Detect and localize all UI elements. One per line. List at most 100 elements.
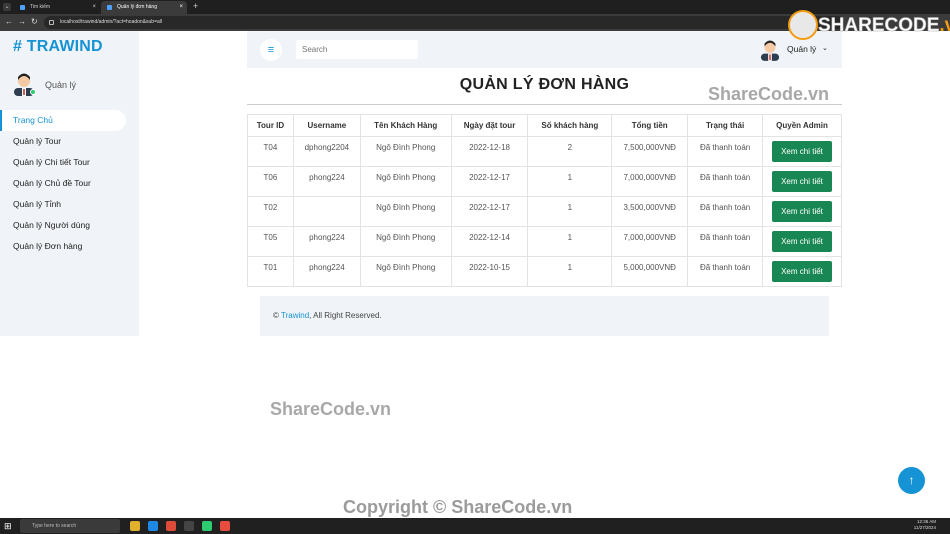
browser-tab-orders[interactable]: Quản lý đơn hàng × — [101, 1, 187, 14]
column-header: Số khách hàng — [527, 114, 613, 137]
windows-start-icon[interactable]: ⊞ — [4, 521, 14, 531]
cell-action: Xem chi tiết — [762, 136, 842, 167]
view-details-button[interactable]: Xem chi tiết — [772, 201, 832, 222]
clock-date: 11/27/2024 — [913, 525, 936, 530]
cell-tour-id: T06 — [247, 166, 294, 197]
cell-customer: Ngô Đình Phong — [359, 136, 452, 167]
user-avatar[interactable] — [760, 39, 780, 61]
scroll-to-top-button[interactable]: ↑ — [898, 467, 925, 494]
reload-icon[interactable]: ↻ — [31, 17, 38, 26]
column-header: Quyền Admin — [762, 114, 842, 137]
forward-arrow-icon[interactable]: → — [18, 17, 26, 26]
tab-title: Quản lý đơn hàng — [117, 4, 157, 10]
table-row: T04 dphong2204 Ngô Đình Phong 2022-12-18… — [247, 136, 842, 167]
column-header: Tour ID — [247, 114, 294, 137]
profile-name: Quản lý — [45, 80, 77, 90]
menu-toggle-icon[interactable]: ≡ — [260, 39, 282, 61]
app-icon[interactable] — [220, 521, 230, 531]
cell-tour-id: T02 — [247, 196, 294, 227]
cell-total: 7,000,000VNĐ — [611, 226, 689, 257]
watermark: Copyright © ShareCode.vn — [343, 497, 573, 517]
cell-total: 5,000,000VNĐ — [611, 256, 689, 287]
cell-status: Đã thanh toán — [687, 226, 763, 257]
cell-username: phong224 — [292, 226, 361, 257]
cell-username: phong224 — [292, 166, 361, 197]
sidebar-gap — [139, 31, 247, 336]
column-header: Tên Khách Hàng — [359, 114, 452, 137]
cell-username — [292, 196, 361, 227]
cell-guests: 1 — [527, 256, 613, 287]
sidebar-item-provinces[interactable]: Quản lý Tỉnh — [0, 194, 126, 215]
url-text: localhost/trawind/admin/?act=hoadon&sub=… — [60, 19, 163, 25]
cell-customer: Ngô Đình Phong — [359, 196, 452, 227]
sidebar-item-home[interactable]: Trang Chủ — [0, 110, 126, 131]
tab-favicon-icon — [20, 5, 25, 10]
cell-status: Đã thanh toán — [687, 256, 763, 287]
sidebar: # TRAWIND Quản lý Trang Chủ Quản lý Tour… — [0, 31, 139, 336]
tab-favicon-icon — [107, 5, 112, 10]
chevron-down-icon[interactable]: ⌄ — [822, 44, 828, 52]
tab-search-menu-icon[interactable]: ⌄ — [3, 3, 11, 11]
browser-tab-search[interactable]: Tim kiếm × — [14, 1, 100, 14]
view-details-button[interactable]: Xem chi tiết — [772, 141, 832, 162]
logo-text-main: SHARECODE — [818, 15, 940, 37]
sidebar-item-orders[interactable]: Quản lý Đơn hàng — [0, 236, 126, 257]
taskbar: ⊞ Type here to search 12:36 AM 11/27/202… — [0, 518, 950, 534]
close-icon[interactable]: × — [92, 1, 96, 14]
topbar: ≡ Quản lý ⌄ — [247, 31, 842, 68]
online-status-dot — [30, 89, 36, 95]
cell-tour-id: T01 — [247, 256, 294, 287]
new-tab-button[interactable]: + — [193, 1, 198, 11]
cell-action: Xem chi tiết — [762, 226, 842, 257]
footer-text: , All Right Reserved. — [309, 311, 382, 320]
view-details-button[interactable]: Xem chi tiết — [772, 231, 832, 252]
cell-total: 7,000,000VNĐ — [611, 166, 689, 197]
cell-date: 2022-10-15 — [450, 256, 529, 287]
cell-date: 2022-12-17 — [450, 196, 529, 227]
column-header: Ngày đặt tour — [450, 114, 529, 137]
sidebar-item-tour-details[interactable]: Quản lý Chi tiết Tour — [0, 152, 126, 173]
view-details-button[interactable]: Xem chi tiết — [772, 261, 832, 282]
view-details-button[interactable]: Xem chi tiết — [772, 171, 832, 192]
sidebar-item-users[interactable]: Quản lý Người dùng — [0, 215, 126, 236]
sharecode-logo: SHARECODE.vn — [788, 8, 950, 44]
back-arrow-icon[interactable]: ← — [5, 17, 13, 26]
logo-text: SHARECODE.vn — [818, 15, 950, 37]
cell-guests: 1 — [527, 196, 613, 227]
sidebar-menu: Trang Chủ Quản lý Tour Quản lý Chi tiết … — [0, 110, 126, 257]
vscode-icon[interactable] — [148, 521, 158, 531]
cell-guests: 1 — [527, 226, 613, 257]
sidebar-item-tour-topics[interactable]: Quản lý Chủ đề Tour — [0, 173, 126, 194]
cell-username: dphong2204 — [292, 136, 361, 167]
site-info-icon[interactable] — [49, 20, 54, 25]
column-header: Username — [292, 114, 361, 137]
file-explorer-icon[interactable] — [130, 521, 140, 531]
brand-logo[interactable]: # TRAWIND — [13, 38, 103, 56]
cell-guests: 1 — [527, 166, 613, 197]
cell-action: Xem chi tiết — [762, 166, 842, 197]
app-icon[interactable] — [202, 521, 212, 531]
user-menu-label[interactable]: Quản lý — [787, 44, 816, 54]
cell-action: Xem chi tiết — [762, 256, 842, 287]
url-field[interactable]: localhost/trawind/admin/?act=hoadon&sub=… — [44, 16, 844, 29]
cell-date: 2022-12-14 — [450, 226, 529, 257]
table-row: T01 phong224 Ngô Đình Phong 2022-10-15 1… — [247, 256, 842, 287]
footer-brand-link[interactable]: Trawind — [281, 311, 309, 320]
terminal-icon[interactable] — [184, 521, 194, 531]
system-clock[interactable]: 12:36 AM 11/27/2024 — [914, 519, 936, 531]
cell-guests: 2 — [527, 136, 613, 167]
watermark: ShareCode.vn — [270, 399, 392, 419]
cell-customer: Ngô Đình Phong — [359, 166, 452, 197]
cell-status: Đã thanh toán — [687, 166, 763, 197]
close-icon[interactable]: × — [179, 1, 183, 14]
table-row: T05 phong224 Ngô Đình Phong 2022-12-14 1… — [247, 226, 842, 257]
sidebar-item-tours[interactable]: Quản lý Tour — [0, 131, 126, 152]
cell-date: 2022-12-18 — [450, 136, 529, 167]
logo-mark-icon — [788, 10, 818, 40]
watermark: ShareCode.vn — [708, 84, 830, 104]
cell-tour-id: T04 — [247, 136, 294, 167]
taskbar-search-input[interactable]: Type here to search — [20, 519, 120, 533]
table-row: T02 Ngô Đình Phong 2022-12-17 1 3,500,00… — [247, 196, 842, 227]
chrome-icon[interactable] — [166, 521, 176, 531]
search-input[interactable] — [296, 40, 418, 59]
